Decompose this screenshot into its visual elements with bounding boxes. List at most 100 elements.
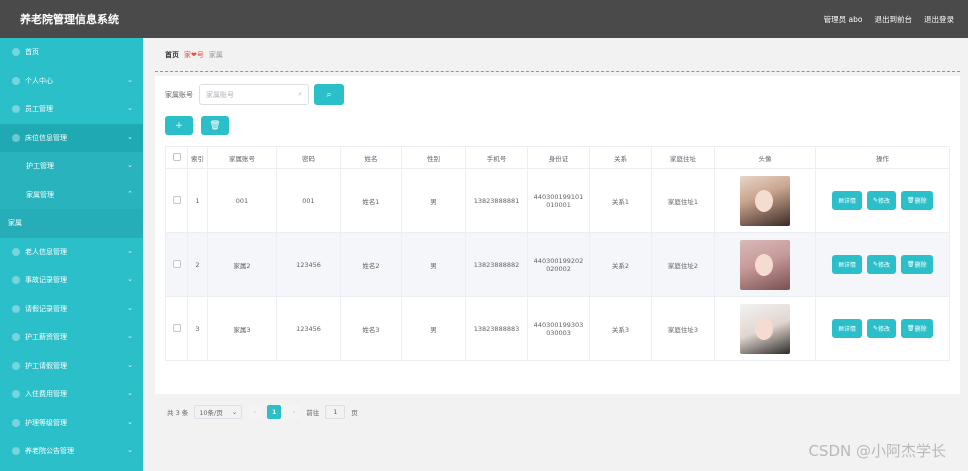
sidebar-item-elderly[interactable]: 老人信息管理 ⌄ bbox=[0, 238, 143, 267]
sidebar-item-beds[interactable]: 床位信息管理 ⌄ bbox=[0, 123, 143, 152]
col-password: 密码 bbox=[276, 146, 341, 169]
chevron-down-icon: ⌄ bbox=[127, 332, 133, 340]
sidebar-item-leave-records[interactable]: 请假记录管理 ⌄ bbox=[0, 295, 143, 324]
sidebar-item-staff[interactable]: 员工管理 ⌄ bbox=[0, 95, 143, 124]
search-input[interactable]: 家属账号 ⌕ bbox=[199, 84, 309, 105]
sidebar-item-fees[interactable]: 入住费用管理 ⌄ bbox=[0, 380, 143, 409]
row-delete-button[interactable]: 🗑 删除 bbox=[901, 255, 933, 274]
sidebar-item-salary[interactable]: 护工薪资管理 ⌄ bbox=[0, 323, 143, 352]
chevron-down-icon: ⌄ bbox=[127, 360, 133, 369]
sidebar-item-label: 护理等级管理 bbox=[25, 418, 67, 427]
cell-avatar bbox=[714, 232, 816, 297]
cell-gender: 男 bbox=[401, 168, 466, 233]
col-relation: 关系 bbox=[589, 146, 652, 169]
sidebar-item-accidents[interactable]: 事故记录管理 ⌄ bbox=[0, 266, 143, 295]
sidebar-item-caregivers[interactable]: 护工管理 ⌄ bbox=[0, 152, 143, 181]
cell-address: 家庭住址3 bbox=[651, 296, 715, 361]
detail-button[interactable]: ▤ 详情 bbox=[832, 255, 862, 274]
search-label: 家属账号 bbox=[165, 90, 193, 99]
data-table: 索引 家属账号 密码 姓名 性别 手机号 身份证 关系 家庭住址 头像 操作 1… bbox=[165, 146, 950, 361]
cell-account: 家属2 bbox=[207, 232, 277, 297]
sidebar-item-label: 家属 bbox=[8, 219, 22, 228]
table-row: 2 家属2 123456 姓名2 男 13823888882 440300199… bbox=[165, 232, 950, 297]
next-page-button[interactable]: › bbox=[287, 405, 301, 419]
cell-actions: ▤ 详情 ✎ 修改 🗑 删除 bbox=[815, 296, 950, 361]
breadcrumb-current: 家属 bbox=[208, 50, 223, 59]
sidebar-item-announcements[interactable]: 养老院公告管理 ⌄ bbox=[0, 437, 143, 466]
row-checkbox[interactable] bbox=[165, 296, 188, 361]
search-button[interactable]: ⌕ bbox=[314, 84, 344, 105]
goto-page-input[interactable]: 1 bbox=[325, 405, 346, 419]
search-placeholder: 家属账号 bbox=[206, 90, 234, 99]
col-index: 索引 bbox=[187, 146, 208, 169]
row-delete-button[interactable]: 🗑 删除 bbox=[901, 319, 933, 338]
chevron-up-icon: ⌃ bbox=[127, 189, 133, 198]
edit-button[interactable]: ✎ 修改 bbox=[867, 255, 897, 274]
sidebar-item-home[interactable]: 首页 bbox=[0, 38, 143, 67]
bed-icon bbox=[12, 133, 20, 142]
sidebar-item-label: 入住费用管理 bbox=[25, 390, 67, 399]
admin-label: 管理员 abo bbox=[823, 14, 863, 24]
row-checkbox[interactable] bbox=[165, 232, 188, 297]
chevron-down-icon: ⌄ bbox=[127, 161, 133, 169]
chevron-down-icon: ⌄ bbox=[127, 132, 133, 141]
prev-page-button[interactable]: ‹ bbox=[248, 405, 262, 419]
cell-name: 姓名2 bbox=[340, 232, 402, 297]
cell-password: 001 bbox=[276, 168, 341, 233]
row-checkbox[interactable] bbox=[165, 168, 188, 233]
top-bar: 养老院管理信息系统 管理员 abo 退出到前台 退出登录 bbox=[0, 0, 968, 38]
cell-password: 123456 bbox=[276, 296, 341, 361]
chevron-down-icon: ⌄ bbox=[127, 303, 133, 312]
total-count: 共 3 条 bbox=[167, 409, 189, 417]
accident-icon bbox=[12, 276, 20, 285]
home-icon bbox=[12, 48, 20, 57]
cell-actions: ▤ 详情 ✎ 修改 🗑 删除 bbox=[815, 232, 950, 297]
chevron-down-icon: ⌄ bbox=[127, 417, 133, 426]
page-number[interactable]: 1 bbox=[267, 405, 282, 419]
table-row: 3 家属3 123456 姓名3 男 13823888883 440300199… bbox=[165, 296, 950, 361]
col-address: 家庭住址 bbox=[651, 146, 715, 169]
exit-to-front-link[interactable]: 退出到前台 bbox=[875, 14, 913, 25]
avatar bbox=[740, 239, 790, 290]
sidebar-item-label: 护工管理 bbox=[26, 162, 54, 171]
row-delete-button[interactable]: 🗑 删除 bbox=[901, 191, 933, 210]
goto-label: 前往 bbox=[306, 409, 320, 417]
col-idcard: 身份证 bbox=[527, 146, 590, 169]
chevron-down-icon: ⌄ bbox=[127, 275, 133, 283]
edit-button[interactable]: ✎ 修改 bbox=[867, 319, 897, 338]
cell-phone: 13823888881 bbox=[465, 168, 528, 233]
sidebar-item-family[interactable]: 家属 bbox=[0, 209, 143, 238]
sidebar-item-family-mgmt[interactable]: 家属管理 ⌃ bbox=[0, 180, 143, 209]
calendar-icon bbox=[12, 361, 20, 370]
col-actions: 操作 bbox=[815, 146, 950, 169]
cell-gender: 男 bbox=[401, 232, 466, 297]
breadcrumb: 首页 家❤号 家属 bbox=[155, 38, 960, 72]
cell-account: 001 bbox=[207, 168, 277, 233]
page-size-select[interactable]: 10条/页 ⌄ bbox=[194, 405, 243, 419]
edit-button[interactable]: ✎ 修改 bbox=[867, 191, 897, 210]
cell-index: 2 bbox=[187, 232, 208, 297]
delete-button[interactable]: 🗑 bbox=[201, 116, 229, 135]
cell-address: 家庭住址2 bbox=[651, 232, 715, 297]
detail-button[interactable]: ▤ 详情 bbox=[832, 319, 862, 338]
sidebar-item-label: 床位信息管理 bbox=[25, 133, 67, 142]
add-button[interactable]: + bbox=[165, 116, 193, 135]
cell-name: 姓名1 bbox=[340, 168, 402, 233]
logout-link[interactable]: 退出登录 bbox=[924, 14, 954, 25]
cell-address: 家庭住址1 bbox=[651, 168, 715, 233]
cell-password: 123456 bbox=[276, 232, 341, 297]
cell-avatar bbox=[714, 168, 816, 233]
chevron-down-icon: ⌄ bbox=[127, 446, 133, 454]
chevron-down-icon: ⌄ bbox=[127, 75, 133, 84]
sidebar-item-caregiver-leave[interactable]: 护工请假管理 ⌄ bbox=[0, 352, 143, 381]
col-name: 姓名 bbox=[340, 146, 402, 169]
detail-button[interactable]: ▤ 详情 bbox=[832, 191, 862, 210]
select-all-checkbox[interactable] bbox=[165, 146, 188, 169]
cell-idcard: 440300199202 020002 bbox=[527, 232, 590, 297]
sidebar-item-care-levels[interactable]: 护理等级管理 ⌄ bbox=[0, 409, 143, 438]
breadcrumb-home[interactable]: 首页 bbox=[165, 50, 179, 60]
sidebar-item-label: 员工管理 bbox=[25, 105, 53, 114]
sidebar-item-label: 护工薪资管理 bbox=[25, 333, 67, 342]
sidebar-item-profile[interactable]: 个人中心 ⌄ bbox=[0, 67, 143, 96]
cell-relation: 关系2 bbox=[589, 232, 652, 297]
